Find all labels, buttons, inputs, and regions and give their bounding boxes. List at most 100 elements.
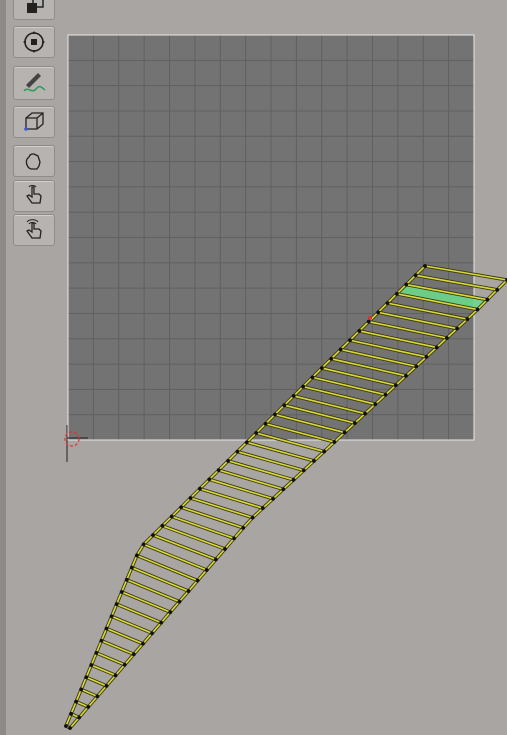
mesh-edge[interactable] <box>272 488 285 500</box>
mesh-edge[interactable] <box>224 537 235 550</box>
mesh-edge[interactable] <box>208 469 220 481</box>
mesh-vertex[interactable] <box>195 578 200 583</box>
mesh-vertex[interactable] <box>104 683 109 688</box>
mesh-edge[interactable] <box>105 627 144 645</box>
mesh-vertex[interactable] <box>444 336 449 340</box>
mesh-edge[interactable] <box>87 695 99 708</box>
mesh-vertex[interactable] <box>207 477 212 482</box>
mesh-vertex[interactable] <box>135 553 139 558</box>
mesh-edge[interactable] <box>96 685 108 698</box>
mesh-vertex[interactable] <box>291 477 296 482</box>
mesh-vertex[interactable] <box>244 440 249 445</box>
mesh-edge[interactable] <box>80 688 99 698</box>
mesh-edge[interactable] <box>323 441 336 453</box>
mesh-vertex[interactable] <box>373 402 378 407</box>
mesh-vertex[interactable] <box>141 542 146 547</box>
mesh-vertex[interactable] <box>168 610 173 615</box>
mesh-vertex[interactable] <box>319 366 324 370</box>
mesh-vertex[interactable] <box>68 726 72 730</box>
mesh-edge[interactable] <box>151 621 162 635</box>
mesh-edge[interactable] <box>95 652 126 666</box>
mesh-edge[interactable] <box>142 534 154 546</box>
mesh-vertex[interactable] <box>332 440 337 444</box>
mesh-edge[interactable] <box>496 279 507 291</box>
mesh-edge[interactable] <box>292 469 305 481</box>
mesh-edge[interactable] <box>486 289 498 301</box>
mesh-vertex[interactable] <box>131 652 136 657</box>
mesh-edge[interactable] <box>282 479 295 491</box>
mesh-vertex[interactable] <box>310 375 315 380</box>
mesh-vertex[interactable] <box>160 523 165 528</box>
mesh-edge[interactable] <box>160 611 172 624</box>
mesh-vertex[interactable] <box>74 699 79 704</box>
mesh-vertex[interactable] <box>260 506 265 511</box>
mesh-edge[interactable] <box>161 515 173 527</box>
mesh-edge[interactable] <box>161 525 226 550</box>
mesh-edge[interactable] <box>142 543 208 571</box>
mesh-edge[interactable] <box>142 632 153 645</box>
mesh-vertex[interactable] <box>99 638 104 643</box>
mesh-edge[interactable] <box>302 460 315 472</box>
mesh-vertex[interactable] <box>151 533 155 538</box>
mesh-vertex[interactable] <box>393 383 398 388</box>
mesh-vertex[interactable] <box>322 449 327 454</box>
mesh-edge[interactable] <box>199 478 211 490</box>
mesh-edge[interactable] <box>251 507 264 519</box>
mesh-vertex[interactable] <box>198 486 202 491</box>
mesh-edge[interactable] <box>152 534 217 561</box>
mesh-edge[interactable] <box>90 664 117 677</box>
mesh-vertex[interactable] <box>338 347 343 352</box>
mesh-edge[interactable] <box>100 639 135 656</box>
mesh-vertex[interactable] <box>129 565 134 570</box>
mesh-vertex[interactable] <box>109 614 114 619</box>
mesh-edge[interactable] <box>110 615 153 635</box>
mesh-vertex[interactable] <box>394 291 399 296</box>
mesh-vertex[interactable] <box>413 273 418 278</box>
mesh-vertex[interactable] <box>263 421 268 426</box>
mesh-edge[interactable] <box>170 506 182 518</box>
mesh-edge[interactable] <box>180 497 192 509</box>
mesh-vertex[interactable] <box>124 577 129 582</box>
mesh-vertex[interactable] <box>273 412 277 417</box>
mesh-vertex[interactable] <box>404 282 409 287</box>
mesh-vertex[interactable] <box>64 724 68 728</box>
mesh-edge[interactable] <box>169 600 181 613</box>
mesh-vertex[interactable] <box>223 547 227 551</box>
mesh-edge[interactable] <box>132 642 144 656</box>
mesh-edge[interactable] <box>131 566 190 592</box>
mesh-vertex[interactable] <box>434 345 439 350</box>
mesh-edge[interactable] <box>196 569 208 582</box>
mesh-edge[interactable] <box>233 527 244 540</box>
mesh-vertex[interactable] <box>119 590 124 594</box>
mesh-vertex[interactable] <box>150 631 154 636</box>
mesh-vertex[interactable] <box>186 589 191 593</box>
mesh-vertex[interactable] <box>475 307 480 312</box>
mesh-vertex[interactable] <box>342 430 347 435</box>
mesh-vertex[interactable] <box>226 458 230 463</box>
mesh-edge[interactable] <box>242 516 254 529</box>
mesh-edge[interactable] <box>189 487 201 499</box>
mesh-edge[interactable] <box>187 579 199 592</box>
mesh-vertex[interactable] <box>282 403 287 408</box>
mesh-edge[interactable] <box>105 674 117 687</box>
mesh-vertex[interactable] <box>414 364 419 369</box>
mesh-vertex[interactable] <box>376 310 381 315</box>
mesh-vertex[interactable] <box>366 319 371 324</box>
mesh-edge[interactable] <box>136 554 199 582</box>
mesh-vertex[interactable] <box>348 338 352 343</box>
mesh-vertex[interactable] <box>404 373 408 378</box>
mesh-edge[interactable] <box>170 515 235 540</box>
mesh-vertex[interactable] <box>250 515 255 520</box>
mesh-vertex[interactable] <box>465 317 470 321</box>
mesh-vertex[interactable] <box>423 264 427 268</box>
mesh-vertex[interactable] <box>271 496 275 501</box>
mesh-vertex[interactable] <box>114 602 119 607</box>
mesh-vertex[interactable] <box>241 526 246 530</box>
mesh-vertex[interactable] <box>179 505 184 510</box>
mesh-edge[interactable] <box>114 664 126 677</box>
mesh-vertex[interactable] <box>329 356 334 361</box>
mesh-vertex[interactable] <box>485 297 490 302</box>
mesh-vertex[interactable] <box>455 326 459 331</box>
mesh-vertex[interactable] <box>94 651 99 655</box>
mesh-vertex[interactable] <box>141 641 145 646</box>
